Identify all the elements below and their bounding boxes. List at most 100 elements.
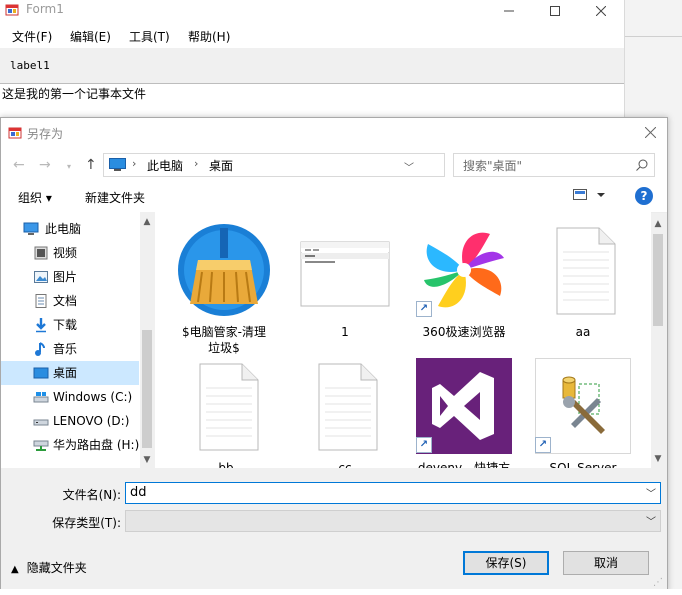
nav-item-videos[interactable]: 视频 [1,241,139,265]
app-icon [8,127,22,139]
dialog-titlebar: 另存为 [1,118,667,148]
close-icon [596,6,606,16]
video-folder-icon [34,246,48,260]
nav-label: Windows (C:) [53,390,133,404]
document-icon [199,363,259,451]
chevron-right-icon: › [132,157,137,170]
nav-item-pictures[interactable]: 图片 [1,265,139,289]
network-drive-icon [33,440,49,451]
nav-item-documents[interactable]: 文档 [1,289,139,313]
shortcut-arrow-icon: ↗ [535,437,551,453]
menu-edit[interactable]: 编辑(E) [70,28,111,45]
dialog-close-button[interactable] [641,124,659,142]
menu-file[interactable]: 文件(F) [12,28,52,45]
minimize-icon [504,10,514,12]
file-name: $电脑管家-清理 垃圾$ [182,325,266,355]
nav-label: 文档 [53,294,78,308]
help-icon[interactable]: ? [635,187,653,205]
filetype-select[interactable]: ﹀ [125,510,661,532]
organize-button[interactable]: 组织 ▾ [18,189,52,206]
document-icon [556,227,616,315]
scroll-down-icon[interactable]: ▼ [140,452,154,468]
save-as-dialog: 另存为 ← → ▾ ↑ › 此电脑 › 桌面 ﹀ ↻ 搜索"桌面" [0,117,668,592]
nav-item-windows-c[interactable]: Windows (C:) [1,385,139,409]
breadcrumb-this-pc[interactable]: 此电脑 [147,157,183,174]
window-thumbnail-icon [300,241,390,307]
nav-label: 桌面 [53,366,78,380]
breadcrumb-desktop[interactable]: 桌面 [209,157,233,174]
pictures-folder-icon [34,271,48,283]
minimize-button[interactable] [486,0,532,22]
drive-icon [33,419,49,426]
nav-item-music[interactable]: 音乐 [1,337,139,361]
documents-folder-icon [35,294,47,308]
dialog-toolbar: 组织 ▾ 新建文件夹 ? [1,182,667,213]
scroll-thumb[interactable] [142,330,152,448]
form1-titlebar: Form1 [0,0,624,22]
menu-tools[interactable]: 工具(T) [129,28,170,45]
nav-item-huawei-h[interactable]: 华为路由盘 (H:) [1,433,139,457]
scroll-up-icon[interactable]: ▲ [140,214,154,230]
menu-help[interactable]: 帮助(H) [188,28,230,45]
label-strip: label1 [0,48,624,84]
label1: label1 [10,59,50,72]
shortcut-arrow-icon: ↗ [416,301,432,317]
file-name: devenv - 快捷方 [417,461,511,468]
nav-label: 视频 [53,246,78,260]
back-arrow-icon[interactable]: ← [13,157,25,173]
form1-window: Form1 文件(F) 编辑(E) 工具(T) 帮助(H) label1 这是我… [0,0,625,118]
chevron-up-icon: ▲ [11,564,19,575]
nav-item-this-pc[interactable]: 此电脑 [1,217,139,241]
taskbar-peek [0,589,682,595]
scroll-thumb[interactable] [653,234,663,326]
nav-label: 下载 [53,318,78,332]
nav-label: 音乐 [53,342,78,356]
files-scrollbar[interactable]: ▲ ▼ [651,214,665,468]
cancel-button[interactable]: 取消 [563,551,649,575]
computer-icon [23,222,39,235]
new-folder-button[interactable]: 新建文件夹 [85,189,145,206]
chevron-down-icon[interactable]: ﹀ [646,513,656,528]
chevron-down-icon[interactable]: ﹀ [404,159,414,174]
document-icon [318,363,378,451]
forward-arrow-icon[interactable]: → [39,157,51,173]
shortcut-arrow-icon: ↗ [416,437,432,453]
recent-dropdown-icon[interactable]: ▾ [67,162,71,171]
downloads-folder-icon [36,318,46,333]
file-name: bb [218,461,234,468]
drive-icon [33,392,49,403]
view-options-button[interactable] [573,188,609,205]
desktop-folder-icon [33,367,49,379]
up-arrow-icon[interactable]: ↑ [85,157,97,173]
menubar: 文件(F) 编辑(E) 工具(T) 帮助(H) [0,24,624,48]
nav-label: 华为路由盘 (H:) [53,438,140,452]
file-name: aa [575,325,591,339]
app-icon [5,4,19,16]
resize-grip-icon[interactable]: ⋰ [653,577,663,588]
filename-label: 文件名(N): [62,488,121,502]
nav-label: 此电脑 [45,222,82,236]
scroll-down-icon[interactable]: ▼ [651,451,665,467]
nav-scrollbar[interactable]: ▲ ▼ [140,212,154,468]
maximize-button[interactable] [532,0,578,22]
form1-title: Form1 [26,2,64,16]
scroll-up-icon[interactable]: ▲ [651,216,665,232]
hide-folders-toggle[interactable]: ▲ 隐藏文件夹 [11,559,87,576]
address-bar[interactable]: › 此电脑 › 桌面 ﹀ ↻ [103,153,540,177]
view-icon [573,189,605,200]
save-button[interactable]: 保存(S) [463,551,549,575]
chevron-right-icon: › [194,157,199,170]
nav-label: 图片 [53,270,78,284]
nav-item-desktop[interactable]: 桌面 [1,361,139,385]
nav-item-lenovo-d[interactable]: LENOVO (D:) [1,409,139,433]
chevron-down-icon[interactable]: ﹀ [646,485,656,500]
desktop-icon [109,158,126,171]
search-box[interactable]: 搜索"桌面" [453,153,655,177]
editor-text[interactable]: 这是我的第一个记事本文件 [2,85,146,102]
nav-item-downloads[interactable]: 下载 [1,313,139,337]
music-folder-icon [35,342,45,356]
close-icon [644,126,656,139]
filename-input[interactable]: dd ﹀ [125,482,661,504]
dialog-title: 另存为 [27,127,64,141]
close-button[interactable] [578,0,624,22]
